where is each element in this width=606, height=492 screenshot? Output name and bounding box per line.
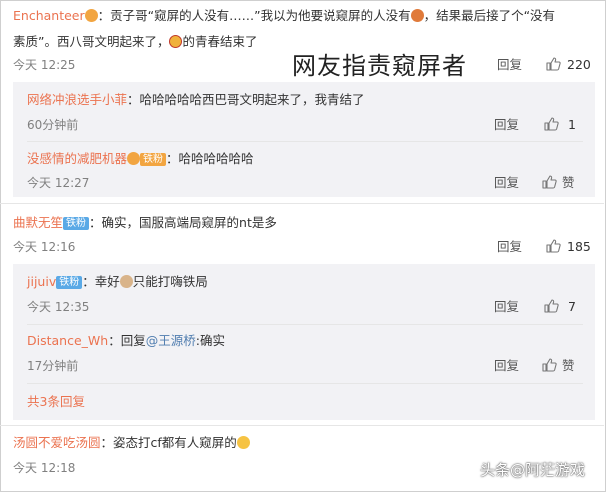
- reply-4-like-label[interactable]: 赞: [562, 358, 575, 374]
- reply-2-reply-button[interactable]: 回复: [494, 175, 519, 191]
- comment-1-line-2: 素质”。西八哥文明起来了， 的青春结束了: [13, 34, 258, 50]
- comment-1-text-a: ：贡子哥“窥屏的人没有……”我以为他要说窥屏的人没有: [97, 8, 411, 23]
- badge-icon: [127, 152, 141, 165]
- comment-1-like-count: 220: [567, 57, 591, 72]
- reply-2-time: 今天 12:27: [27, 176, 90, 190]
- face-emoji-icon: [410, 9, 424, 22]
- like-icon[interactable]: [543, 116, 559, 132]
- reply-3-text-a: ：幸好: [82, 274, 120, 289]
- overlay-title: 网友指责窥屏者: [292, 52, 467, 80]
- reply-4-reply-button[interactable]: 回复: [494, 358, 519, 374]
- reply-2-user[interactable]: 没感情的减肥机器: [27, 151, 127, 166]
- watermark: 头条@阿茫游戏: [480, 461, 586, 479]
- reply-4-text-b: :确实: [195, 333, 225, 348]
- reply-1-time: 60分钟前: [27, 118, 79, 132]
- reply-1-user[interactable]: 网络冲浪选手小菲: [27, 92, 127, 107]
- like-icon[interactable]: [541, 357, 557, 373]
- reply-2-text: ：哈哈哈哈哈哈: [166, 151, 254, 166]
- comment-1-reply-button[interactable]: 回复: [497, 57, 522, 73]
- reply-4-user[interactable]: Distance_Wh: [27, 333, 108, 348]
- reply-2-like-label[interactable]: 赞: [562, 175, 575, 191]
- comment-2-line: 曲默无笙 铁粉 ：确实，国服高端局窥屏的nt是多: [13, 215, 277, 231]
- divider: [0, 203, 604, 204]
- view-more-replies-link[interactable]: 共3条回复: [27, 394, 85, 410]
- reply-1-like-count: 1: [568, 117, 576, 132]
- reply-3-text-b: 只能打嗨铁局: [132, 274, 208, 289]
- reply-4-time: 17分钟前: [27, 359, 79, 373]
- laugh-emoji-icon: [236, 436, 250, 449]
- reply-3-user[interactable]: jijuiv: [27, 274, 56, 289]
- shy-emoji-icon: [169, 35, 183, 48]
- divider: [27, 324, 583, 325]
- comment-2-text: ：确实，国服高端局窥屏的nt是多: [89, 215, 277, 230]
- comment-2-user[interactable]: 曲默无笙: [13, 215, 63, 230]
- comment-3-line: 汤圆不爱吃汤圆：姿态打cf都有人窥屏的: [13, 435, 250, 451]
- comment-1-text-c: 素质”。西八哥文明起来了，: [13, 34, 170, 49]
- divider: [27, 141, 583, 142]
- badge-icon: [84, 9, 98, 22]
- divider: [0, 425, 604, 426]
- comment-2-time: 今天 12:16: [13, 240, 76, 254]
- reply-3-reply-button[interactable]: 回复: [494, 299, 519, 315]
- reply-3-time: 今天 12:35: [27, 300, 90, 314]
- comment-3-user[interactable]: 汤圆不爱吃汤圆: [13, 435, 101, 450]
- comment-1-line-1: Enchanteer ：贡子哥“窥屏的人没有……”我以为他要说窥屏的人没有 ，结果最…: [13, 8, 555, 24]
- like-icon[interactable]: [545, 56, 561, 72]
- reply-1-text: ：哈哈哈哈哈西巴哥文明起来了，我青结了: [127, 92, 365, 107]
- fan-badge: 铁粉: [63, 217, 90, 230]
- reply-1-line: 网络冲浪选手小菲：哈哈哈哈哈西巴哥文明起来了，我青结了: [27, 92, 365, 108]
- like-icon[interactable]: [543, 298, 559, 314]
- comment-3-text: ：姿态打cf都有人窥屏的: [100, 435, 237, 450]
- like-icon[interactable]: [541, 174, 557, 190]
- reply-4-mention[interactable]: @王源桥: [146, 333, 196, 348]
- comment-1-text-b: ，结果最后接了个“没有: [423, 8, 556, 23]
- fan-badge: 铁粉: [140, 153, 167, 166]
- grin-emoji-icon: [119, 275, 133, 288]
- like-icon[interactable]: [545, 238, 561, 254]
- divider: [27, 383, 583, 384]
- reply-2-line: 没感情的减肥机器 铁粉 ：哈哈哈哈哈哈: [27, 151, 254, 167]
- comment-2-like-count: 185: [567, 239, 591, 254]
- reply-4-line: Distance_Wh：回复@王源桥:确实: [27, 333, 225, 349]
- comment-3-time: 今天 12:18: [13, 461, 76, 475]
- reply-3-line: jijuiv 铁粉 ：幸好 只能打嗨铁局: [27, 274, 208, 290]
- reply-4-text-a: ：回复: [108, 333, 146, 348]
- comment-2-reply-button[interactable]: 回复: [497, 239, 522, 255]
- comment-1-text-d: 的青春结束了: [182, 34, 258, 49]
- comment-1-time: 今天 12:25: [13, 58, 76, 72]
- reply-1-reply-button[interactable]: 回复: [494, 117, 519, 133]
- fan-badge: 铁粉: [56, 276, 83, 289]
- comment-1-user[interactable]: Enchanteer: [13, 8, 85, 23]
- reply-3-like-count: 7: [568, 299, 576, 314]
